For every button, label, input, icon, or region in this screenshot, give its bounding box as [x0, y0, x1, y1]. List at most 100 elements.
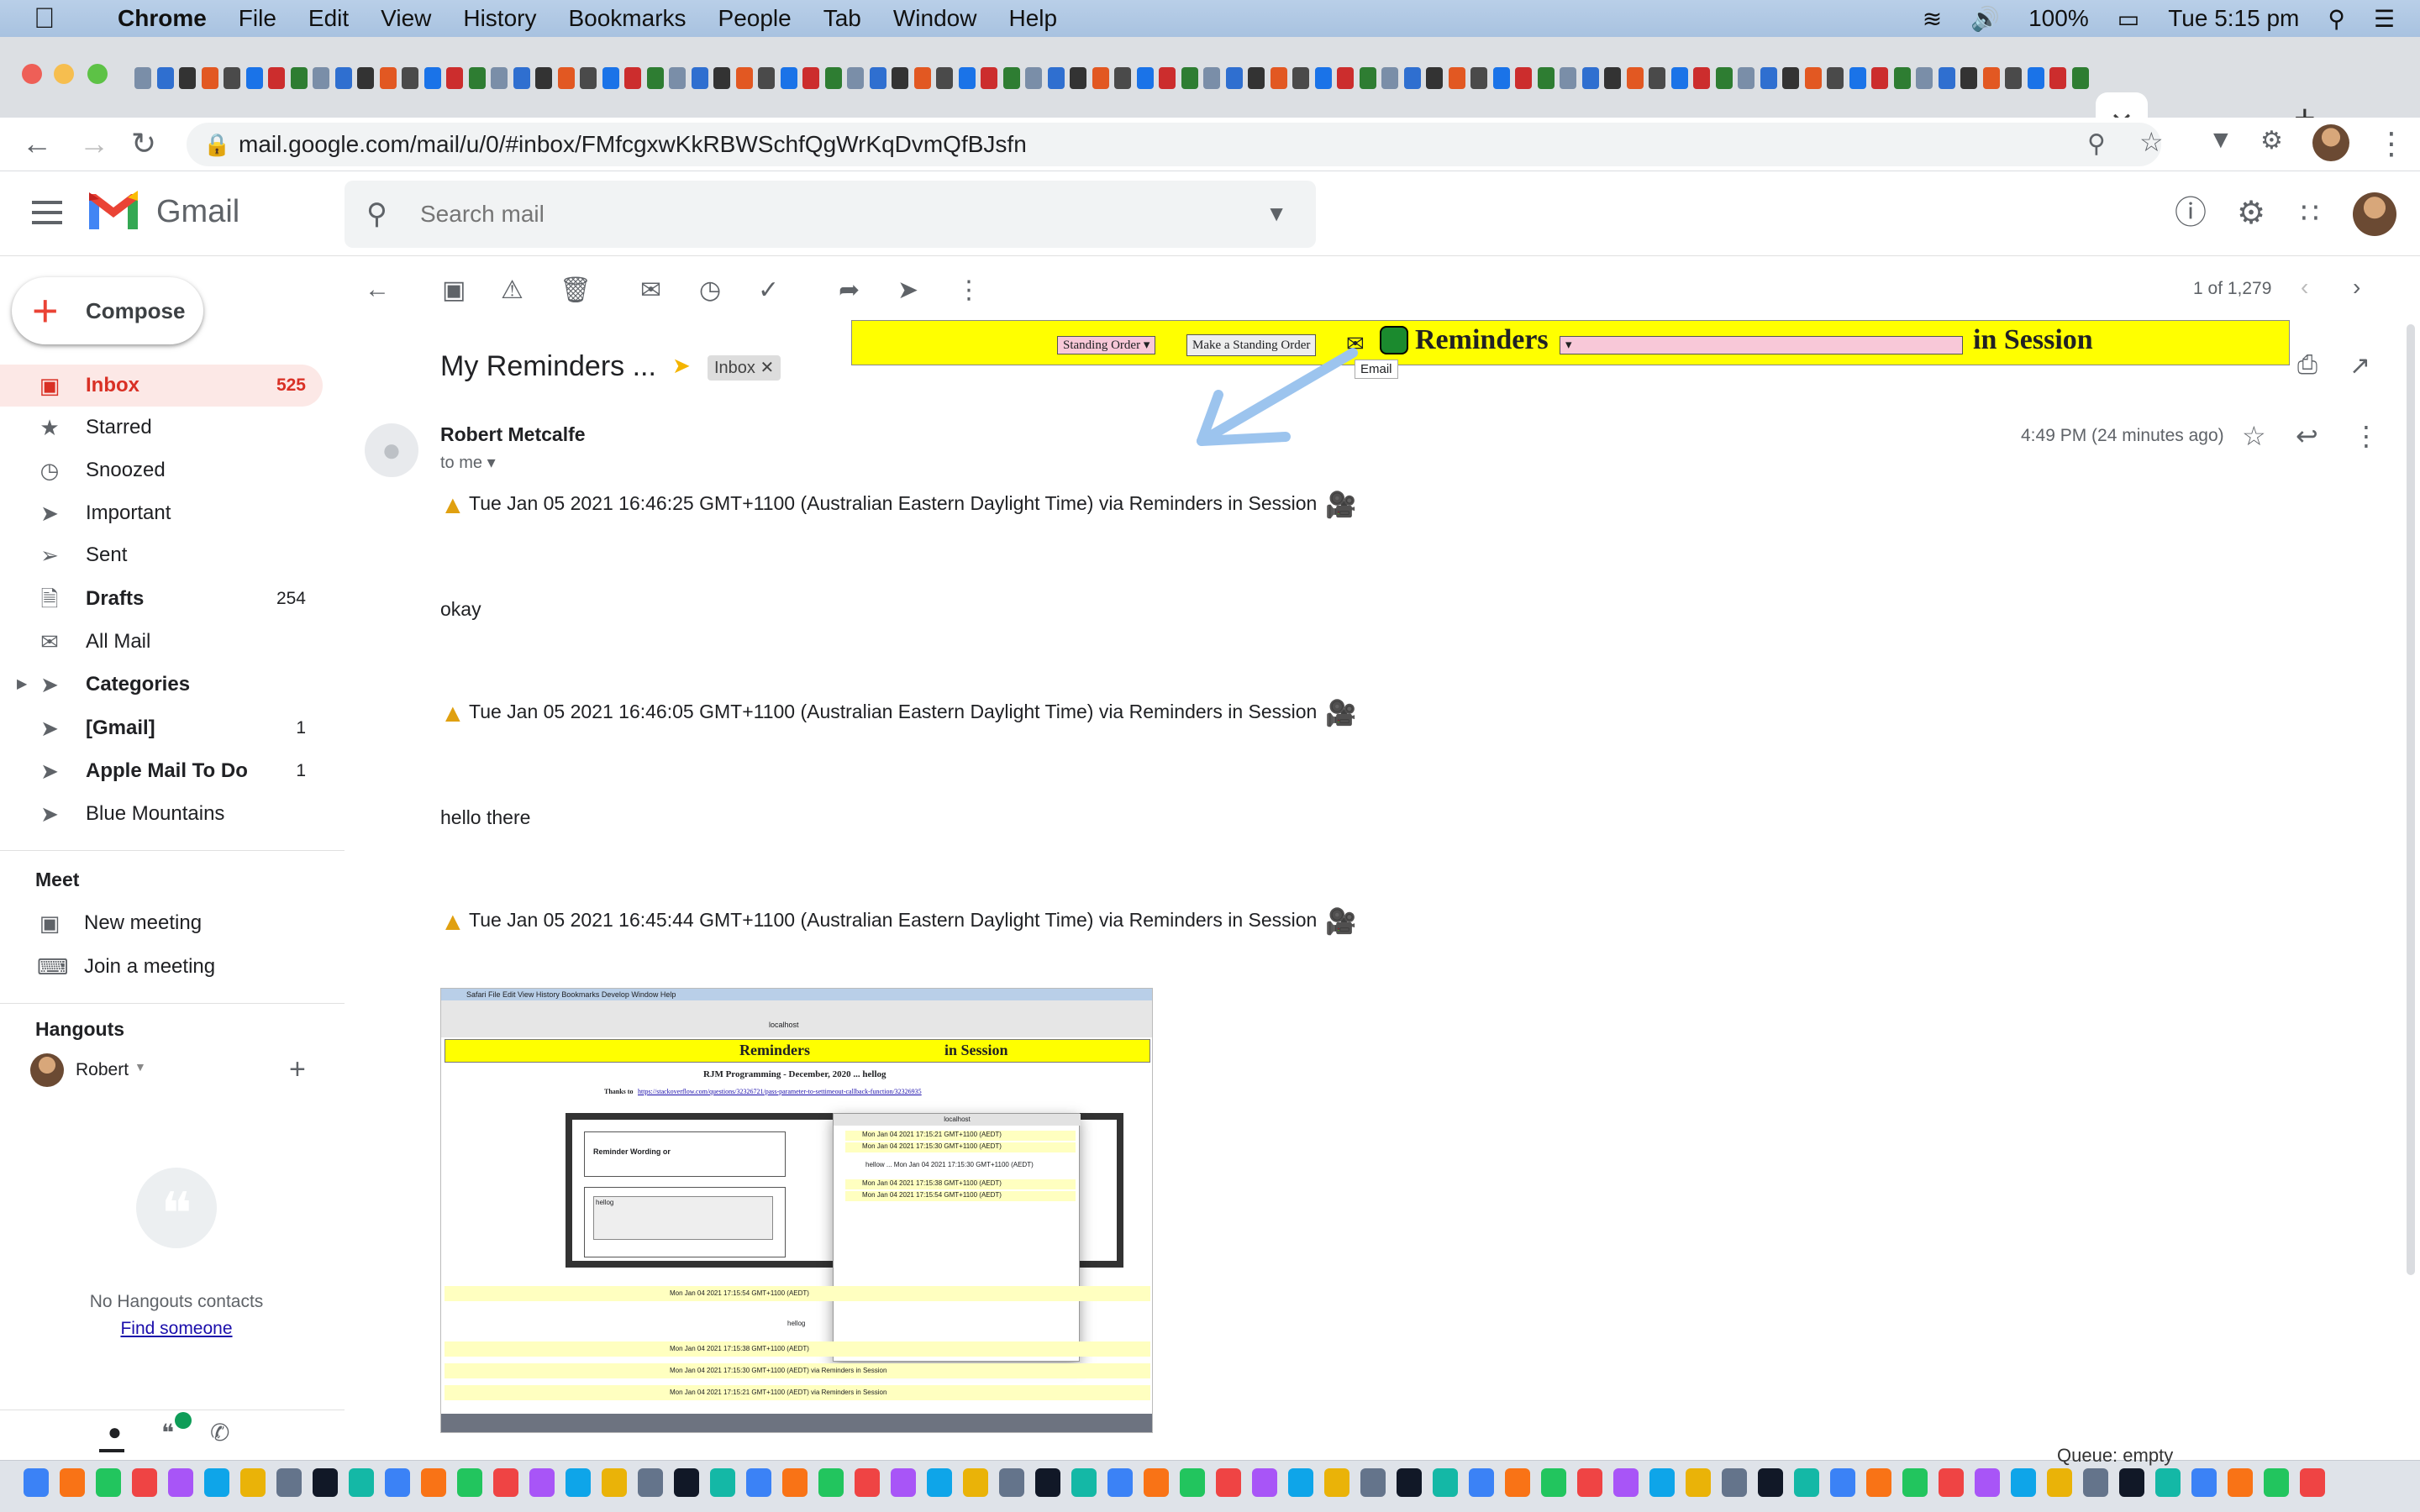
- embedded-screenshot-image[interactable]: Safari File Edit View History Bookmarks …: [440, 988, 1153, 1433]
- tab-favicon[interactable]: [913, 67, 931, 89]
- sender-name[interactable]: Robert Metcalfe: [440, 423, 586, 446]
- dock-app-icon[interactable]: [2228, 1468, 2253, 1497]
- tab-favicon[interactable]: [780, 67, 797, 89]
- tab-favicon[interactable]: [580, 67, 597, 89]
- tab-favicon[interactable]: [1871, 67, 1888, 89]
- tab-favicon[interactable]: [1381, 67, 1398, 89]
- dock-app-icon[interactable]: [96, 1468, 121, 1497]
- dock-app-icon[interactable]: [963, 1468, 988, 1497]
- message-more-icon[interactable]: ⋮: [2353, 420, 2380, 452]
- dock-app-icon[interactable]: [2264, 1468, 2289, 1497]
- dock-app-icon[interactable]: [240, 1468, 266, 1497]
- dock-app-icon[interactable]: [1794, 1468, 1819, 1497]
- tab-favicon[interactable]: [268, 67, 285, 89]
- dock-app-icon[interactable]: [566, 1468, 591, 1497]
- dock-app-icon[interactable]: [1252, 1468, 1277, 1497]
- sidebar-item-categories[interactable]: ▶ ➤ Categories: [0, 664, 323, 706]
- dock-app-icon[interactable]: [710, 1468, 735, 1497]
- dock-app-icon[interactable]: [746, 1468, 771, 1497]
- tab-favicon[interactable]: [1470, 67, 1487, 89]
- tab-favicon[interactable]: [981, 67, 997, 89]
- move-to-icon[interactable]: ➦: [839, 276, 860, 305]
- dock-app-icon[interactable]: [1505, 1468, 1530, 1497]
- tab-favicon[interactable]: [156, 67, 174, 89]
- tab-favicon[interactable]: [1225, 67, 1243, 89]
- dock-app-icon[interactable]: [1216, 1468, 1241, 1497]
- tab-favicon[interactable]: [624, 67, 641, 89]
- menu-help[interactable]: Help: [1008, 5, 1057, 32]
- tab-favicon[interactable]: [1114, 67, 1131, 89]
- help-icon[interactable]: ⓘ: [2171, 194, 2210, 233]
- gmail-logo-icon[interactable]: [87, 191, 139, 231]
- recipient-summary[interactable]: to me ▾: [440, 452, 496, 473]
- more-actions-icon[interactable]: ⋮: [956, 276, 981, 305]
- tab-favicon[interactable]: [735, 67, 753, 89]
- tab-favicon[interactable]: [1916, 67, 1933, 89]
- tab-favicon[interactable]: [1760, 67, 1777, 89]
- newer-chevron-icon[interactable]: ‹: [2301, 274, 2308, 301]
- find-someone-link[interactable]: Find someone: [0, 1319, 353, 1339]
- tab-favicon[interactable]: [1492, 67, 1510, 89]
- tab-favicon[interactable]: [1604, 67, 1621, 89]
- tab-favicon[interactable]: [1448, 67, 1465, 89]
- dock-app-icon[interactable]: [1071, 1468, 1097, 1497]
- older-chevron-icon[interactable]: ›: [2353, 274, 2360, 301]
- dock-app-icon[interactable]: [782, 1468, 808, 1497]
- sidebar-item-inbox[interactable]: ▣ Inbox 525: [0, 365, 323, 407]
- dock-app-icon[interactable]: [529, 1468, 555, 1497]
- important-marker-icon[interactable]: ➤: [672, 353, 691, 379]
- tab-favicon[interactable]: [958, 67, 976, 89]
- join-meeting-item[interactable]: ⌨ Join a meeting: [0, 946, 323, 988]
- archive-icon[interactable]: ▣: [442, 276, 466, 305]
- dock-app-icon[interactable]: [457, 1468, 482, 1497]
- tab-favicon[interactable]: [290, 67, 308, 89]
- report-spam-icon[interactable]: ⚠: [501, 276, 523, 305]
- dock-app-icon[interactable]: [1902, 1468, 1928, 1497]
- tab-favicon[interactable]: [1002, 67, 1020, 89]
- dock-app-icon[interactable]: [1866, 1468, 1891, 1497]
- sidebar-item-important[interactable]: ➤ Important: [0, 492, 323, 534]
- close-window-button[interactable]: [22, 64, 42, 84]
- tab-favicon[interactable]: [1092, 67, 1109, 89]
- dock-app-icon[interactable]: [1397, 1468, 1422, 1497]
- tab-favicon[interactable]: [1136, 67, 1154, 89]
- dock-app-icon[interactable]: [891, 1468, 916, 1497]
- sidebar-item-blue-mountains[interactable]: ➤ Blue Mountains: [0, 793, 323, 835]
- tab-favicon[interactable]: [245, 67, 263, 89]
- search-options-icon[interactable]: ▼: [1265, 201, 1287, 227]
- apple-icon[interactable]: : [34, 3, 67, 35]
- notification-center-icon[interactable]: ☰: [2374, 5, 2395, 33]
- address-bar[interactable]: 🔒 mail.google.com/mail/u/0/#inbox/FMfcgx…: [187, 123, 2161, 166]
- sidebar-item-starred[interactable]: ★ Starred: [0, 407, 323, 449]
- remove-label-icon[interactable]: ✕: [760, 359, 775, 377]
- sidebar-item-drafts[interactable]: 🗎 Drafts 254: [0, 578, 323, 620]
- back-to-inbox-icon[interactable]: ←: [365, 276, 390, 304]
- sidebar-item-all-mail[interactable]: ✉ All Mail: [0, 621, 323, 663]
- dock-app-icon[interactable]: [1649, 1468, 1675, 1497]
- tab-favicon[interactable]: [1292, 67, 1309, 89]
- dock-app-icon[interactable]: [1107, 1468, 1133, 1497]
- tab-favicon[interactable]: [691, 67, 708, 89]
- tab-favicon[interactable]: [1047, 67, 1065, 89]
- tab-favicon[interactable]: [179, 67, 196, 89]
- hangouts-user-name[interactable]: Robert: [76, 1060, 129, 1080]
- tab-favicon[interactable]: [713, 67, 730, 89]
- menu-edit[interactable]: Edit: [308, 5, 349, 32]
- dock-app-icon[interactable]: [1939, 1468, 1964, 1497]
- mark-unread-icon[interactable]: ✉: [640, 276, 661, 305]
- content-scrollbar[interactable]: [2407, 324, 2415, 1275]
- tab-favicon[interactable]: [1715, 67, 1733, 89]
- dock-app-icon[interactable]: [602, 1468, 627, 1497]
- reload-icon[interactable]: ↻: [131, 126, 156, 161]
- tab-favicon[interactable]: [424, 67, 441, 89]
- tab-favicon[interactable]: [1203, 67, 1220, 89]
- tab-favicon[interactable]: [535, 67, 552, 89]
- menu-file[interactable]: File: [239, 5, 276, 32]
- tab-favicon[interactable]: [1248, 67, 1265, 89]
- dock-app-icon[interactable]: [24, 1468, 49, 1497]
- tab-favicon[interactable]: [1626, 67, 1644, 89]
- dock-app-icon[interactable]: [1722, 1468, 1747, 1497]
- tab-favicon[interactable]: [491, 67, 508, 89]
- menu-app-chrome[interactable]: Chrome: [118, 5, 207, 32]
- dock-app-icon[interactable]: [818, 1468, 844, 1497]
